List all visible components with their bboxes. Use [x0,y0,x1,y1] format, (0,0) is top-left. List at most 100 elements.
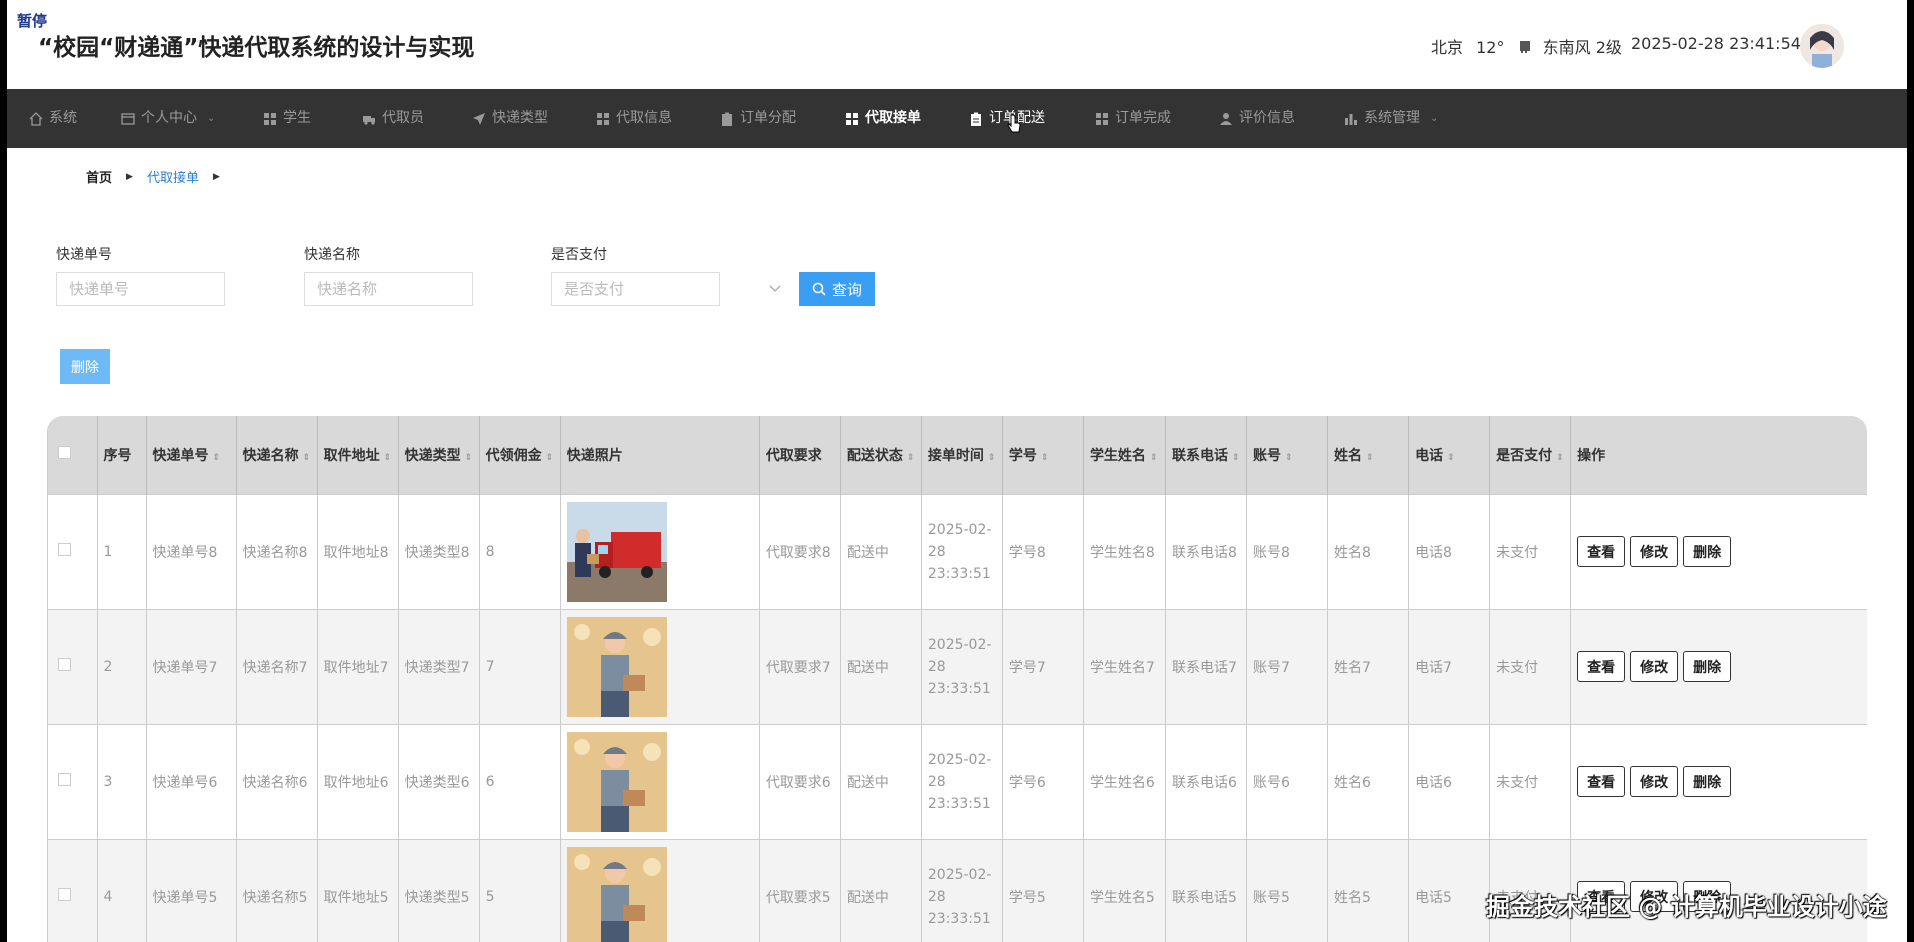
view-button[interactable]: 查看 [1577,651,1626,682]
sort-icon[interactable]: ⇕ [213,453,221,463]
nav-item-students[interactable]: 学生 [263,89,311,148]
chevron-down-icon[interactable] [768,281,782,295]
sort-icon[interactable]: ⇕ [465,453,473,463]
row-select-cell [48,839,98,942]
edit-button[interactable]: 修改 [1630,536,1679,567]
is-paid-select[interactable] [551,272,720,306]
batch-delete-button[interactable]: 删除 [60,349,110,384]
column-header[interactable]: 取件地址 ⇕ [317,416,399,494]
breadcrumb-current[interactable]: 代取接单 [147,167,199,186]
row-checkbox[interactable] [58,773,71,786]
column-header-label: 快递类型 [404,447,461,464]
table-cell-person: 姓名7 [1327,609,1410,724]
column-header[interactable]: 快递名称 ⇕ [236,416,318,494]
column-header[interactable]: 姓名 ⇕ [1327,416,1410,494]
express-name-input[interactable] [304,272,473,306]
sort-icon[interactable]: ⇕ [1041,453,1049,463]
sort-icon[interactable]: ⇕ [988,453,996,463]
sort-icon[interactable]: ⇕ [1232,453,1240,463]
column-header[interactable]: 账号 ⇕ [1246,416,1329,494]
person-icon [1220,112,1232,125]
nav-item-system-admin[interactable]: 系统管理 ⌄ [1344,89,1438,148]
delete-button[interactable]: 删除 [1683,536,1732,567]
sort-icon[interactable]: ⇕ [546,453,554,463]
edit-button[interactable]: 修改 [1630,766,1679,797]
row-checkbox[interactable] [58,888,71,902]
column-header[interactable]: 快递类型 ⇕ [398,416,480,494]
table-cell-address: 取件地址5 [317,839,399,942]
table-cell-student-no: 学号8 [1002,494,1084,609]
sort-icon[interactable]: ⇕ [1366,453,1374,463]
column-header[interactable]: 学生姓名 ⇕ [1083,416,1166,494]
table-cell-type: 快递类型6 [398,724,480,839]
nav-label: 订单完成 [1115,110,1171,126]
nav-item-reviews[interactable]: 评价信息 [1219,89,1295,148]
table-cell-status: 配送中 [840,609,922,724]
table-cell-time: 2025-02-28 23:33:51 [921,609,1003,724]
table-cell-requirement: 代取要求6 [759,724,841,839]
nav-item-couriers[interactable]: 代取员 [362,89,424,148]
sort-icon[interactable]: ⇕ [303,453,311,463]
edit-button[interactable]: 修改 [1630,651,1679,682]
express-photo [566,501,667,602]
truck-icon [363,115,375,125]
breadcrumb-home[interactable]: 首页 [86,167,112,186]
column-header[interactable]: 配送状态 ⇕ [840,416,922,494]
column-header[interactable]: 电话 ⇕ [1408,416,1491,494]
avatar[interactable] [1800,24,1844,68]
column-header[interactable]: 是否支付 ⇕ [1489,416,1572,494]
mouse-cursor-icon [1007,114,1021,133]
column-header[interactable]: 代领佣金 ⇕ [479,416,561,494]
nav-item-order-complete[interactable]: 订单完成 [1095,89,1171,148]
sort-icon[interactable]: ⇕ [1447,453,1455,463]
select-all-cell [48,416,98,494]
sort-icon[interactable]: ⇕ [1285,453,1293,463]
table-cell-address: 取件地址6 [317,724,399,839]
column-header-label: 代领佣金 [485,447,542,464]
table-header-row: 序号 快递单号 ⇕ 快递名称 ⇕ 取件地址 ⇕ 快递类型 ⇕ 代领佣金 ⇕ 快递照片 代取… [48,416,1867,494]
weather-temperature: 12° [1476,38,1505,57]
pause-label: 暂停 [17,12,48,30]
search-icon [812,282,826,296]
nav-item-express-types[interactable]: 快递类型 [472,89,548,148]
column-header: 代取要求 [759,416,841,494]
view-button[interactable]: 查看 [1577,766,1626,797]
column-header[interactable]: 快递单号 ⇕ [146,416,237,494]
photo-cell [560,839,760,942]
nav-label: 订单分配 [740,110,796,126]
nav-item-personal-center[interactable]: 个人中心 ⌄ [121,89,215,148]
delete-button[interactable]: 删除 [1683,651,1732,682]
sort-icon[interactable]: ⇕ [907,453,915,463]
nav-item-system[interactable]: 系统 [29,89,77,148]
column-header-label: 序号 [103,447,132,464]
table-cell-requirement: 代取要求7 [759,609,841,724]
actions-cell: 查看 修改 删除 [1571,609,1867,724]
sort-icon[interactable]: ⇕ [384,453,392,463]
table-cell-phone: 电话8 [1408,494,1491,609]
nav-item-order-accept[interactable]: 代取接单 [845,89,921,148]
watermark: 掘金技术社区 @ 计算机毕业设计小途 [1486,893,1887,921]
grid-icon [597,112,609,125]
tracking-no-input[interactable] [56,272,225,306]
select-all-checkbox[interactable] [58,446,71,460]
nav-label: 评价信息 [1239,110,1295,126]
delete-button[interactable]: 删除 [1683,766,1732,797]
query-button[interactable]: 查询 [799,272,875,306]
sort-icon[interactable]: ⇕ [1556,453,1564,463]
column-header-label: 接单时间 [927,447,984,464]
column-header[interactable]: 联系电话 ⇕ [1165,416,1248,494]
column-header[interactable]: 学号 ⇕ [1002,416,1084,494]
column-header: 快递照片 [560,416,760,494]
row-checkbox[interactable] [58,658,71,671]
table-cell-name: 快递名称7 [236,609,318,724]
photo-cell [560,724,760,839]
column-header[interactable]: 接单时间 ⇕ [921,416,1003,494]
nav-item-order-assign[interactable]: 订单分配 [720,89,796,148]
table-cell-time: 2025-02-28 23:33:51 [921,839,1003,942]
sort-icon[interactable]: ⇕ [1150,453,1158,463]
view-button[interactable]: 查看 [1577,536,1626,567]
row-checkbox[interactable] [58,543,71,556]
chevron-right-icon: ▶ [212,171,220,182]
nav-item-pickup-info[interactable]: 代取信息 [596,89,672,148]
header: “校园“财递通”快递代取系统的设计与实现 北京 12° 东南风 2级 2025-… [7,0,1907,89]
